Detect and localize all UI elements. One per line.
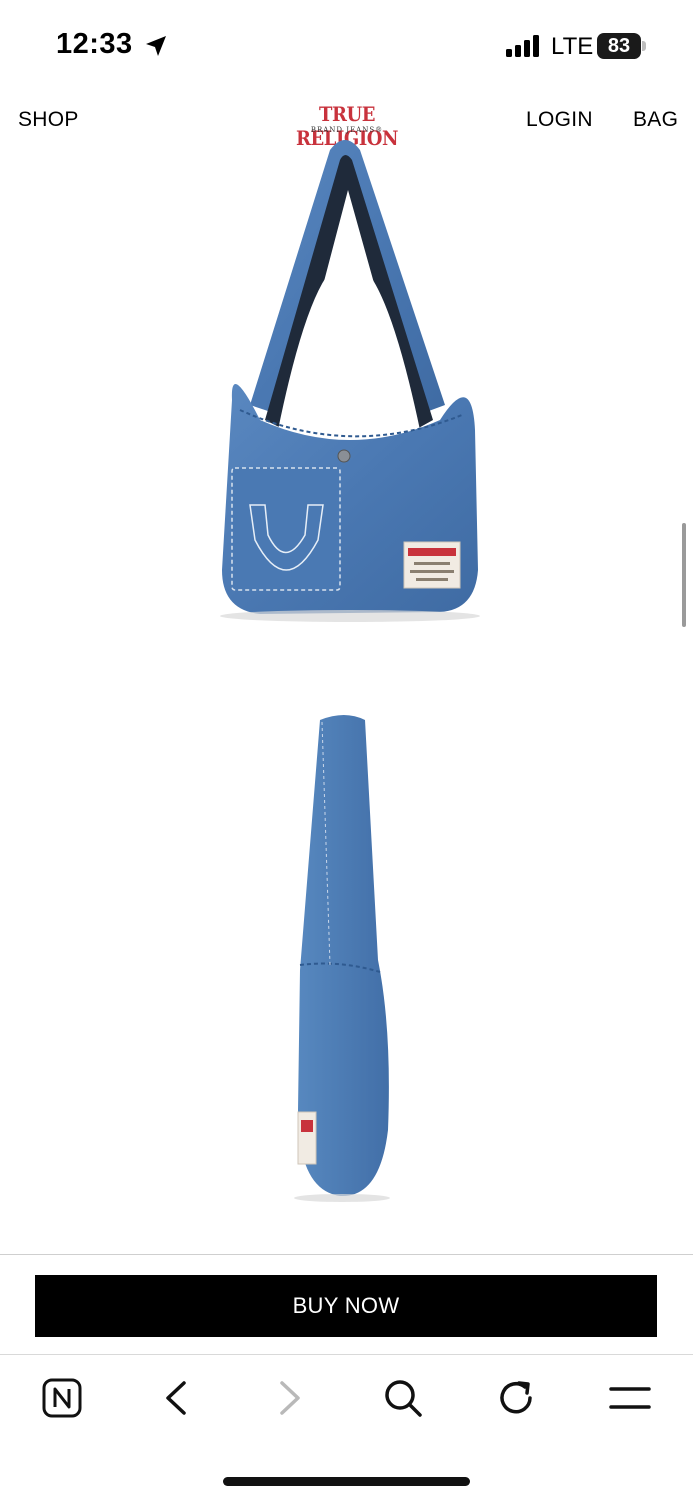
cta-bar: BUY NOW [0,1254,693,1354]
nav-shop-link[interactable]: SHOP [18,108,79,132]
location-arrow-icon [146,36,166,56]
back-chevron-icon[interactable] [146,1375,206,1421]
network-type: LTE [551,33,594,60]
buy-now-button[interactable]: BUY NOW [35,1275,657,1337]
home-indicator[interactable] [223,1477,470,1486]
cellular-signal-icon [506,35,539,57]
status-bar: 12:33 LTE 83 [0,0,693,92]
product-image-side[interactable] [270,710,420,1210]
product-image-front[interactable] [190,130,510,630]
battery-icon: 83 [597,33,647,59]
reload-icon[interactable] [487,1375,547,1421]
browser-toolbar [0,1354,693,1500]
status-time: 12:33 [56,28,133,60]
page-scrollbar[interactable] [682,523,686,627]
battery-level: 83 [607,35,631,57]
menu-icon[interactable] [600,1375,660,1421]
nav-bag-link[interactable]: BAG [633,108,678,132]
nav-login-link[interactable]: LOGIN [526,108,593,132]
tab-n-icon[interactable] [32,1375,92,1421]
forward-chevron-icon[interactable] [260,1375,320,1421]
search-icon[interactable] [373,1375,433,1421]
